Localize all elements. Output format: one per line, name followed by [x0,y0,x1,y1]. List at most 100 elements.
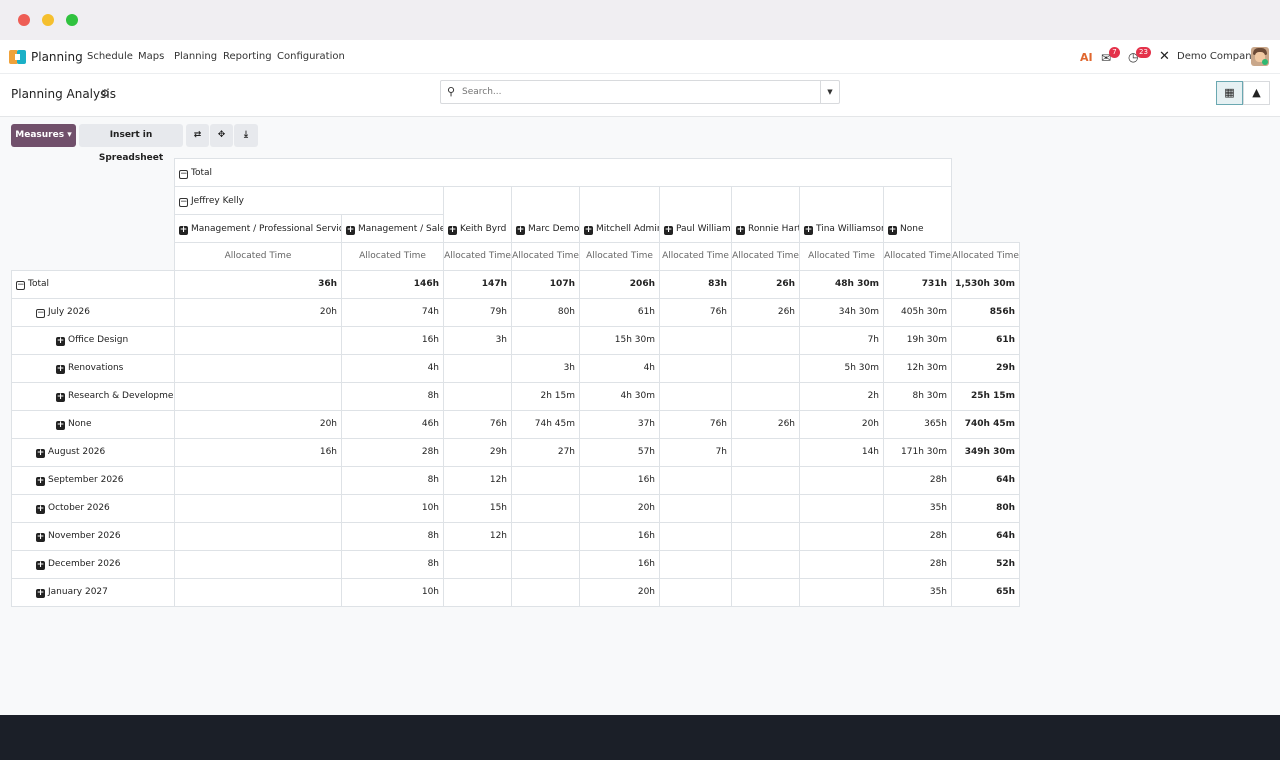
col-header-7[interactable]: + Tina Williamson [799,186,884,243]
table-cell[interactable]: 405h 30m [883,298,952,327]
col-header-2[interactable]: + Keith Byrd [443,186,512,243]
search-options-toggle[interactable]: ▼ [820,81,839,103]
table-cell[interactable] [731,354,800,383]
table-cell[interactable]: 80h [951,494,1020,523]
row-header[interactable]: + October 2026 [11,494,175,523]
table-cell[interactable]: 171h 30m [883,438,952,467]
table-cell[interactable] [731,522,800,551]
table-cell[interactable] [659,382,732,411]
col-header-4[interactable]: + Mitchell Admin [579,186,660,243]
table-cell[interactable]: 16h [579,550,660,579]
table-cell[interactable]: 35h [883,494,952,523]
table-cell[interactable] [799,578,884,607]
row-header[interactable]: + None [11,410,175,439]
table-cell[interactable]: 28h [883,466,952,495]
gear-icon[interactable]: ⚙ [100,87,110,100]
table-cell[interactable]: 10h [341,578,444,607]
table-cell[interactable] [799,494,884,523]
table-cell[interactable] [174,382,342,411]
measure-header[interactable]: Allocated Time [883,242,952,271]
app-name[interactable]: Planning [31,50,83,64]
measure-header[interactable]: Allocated Time [951,242,1020,271]
row-header[interactable]: + December 2026 [11,550,175,579]
col-header-8[interactable]: + None [883,186,952,243]
expand-all-icon[interactable]: ✥ [210,124,233,147]
table-cell[interactable]: 12h [443,522,512,551]
col-header-0[interactable]: + Management / Professional Services [174,214,342,243]
menu-schedule[interactable]: Schedule [87,51,133,62]
table-cell[interactable] [659,522,732,551]
table-cell[interactable]: 4h [341,354,444,383]
table-cell[interactable] [174,550,342,579]
table-cell[interactable] [799,550,884,579]
graph-view-button[interactable]: ▲ [1243,81,1270,105]
table-cell[interactable]: 37h [579,410,660,439]
table-cell[interactable]: 79h [443,298,512,327]
measure-header[interactable]: Allocated Time [443,242,512,271]
table-cell[interactable]: 4h [579,354,660,383]
table-cell[interactable]: 28h [883,550,952,579]
table-cell[interactable]: 74h [341,298,444,327]
table-cell[interactable]: 26h [731,270,800,299]
close-window-button[interactable] [18,14,30,26]
table-cell[interactable] [511,466,580,495]
table-cell[interactable] [731,494,800,523]
table-cell[interactable] [443,550,512,579]
pivot-view-button[interactable]: ▦ [1216,81,1243,105]
table-cell[interactable]: 107h [511,270,580,299]
table-cell[interactable]: 2h [799,382,884,411]
table-cell[interactable]: 147h [443,270,512,299]
table-cell[interactable]: 16h [174,438,342,467]
menu-reporting[interactable]: Reporting [223,51,272,62]
table-cell[interactable]: 65h [951,578,1020,607]
table-cell[interactable]: 28h [341,438,444,467]
table-cell[interactable]: 8h 30m [883,382,952,411]
table-cell[interactable]: 16h [341,326,444,355]
table-cell[interactable]: 35h [883,578,952,607]
table-cell[interactable] [731,466,800,495]
table-cell[interactable] [443,578,512,607]
minimize-window-button[interactable] [42,14,54,26]
table-cell[interactable]: 10h [341,494,444,523]
table-cell[interactable]: 20h [579,578,660,607]
table-cell[interactable]: 48h 30m [799,270,884,299]
table-cell[interactable]: 16h [579,466,660,495]
table-cell[interactable] [174,354,342,383]
table-cell[interactable]: 20h [174,298,342,327]
row-header[interactable]: − July 2026 [11,298,175,327]
table-cell[interactable]: 7h [659,438,732,467]
row-header[interactable]: − Total [11,270,175,299]
table-cell[interactable]: 16h [579,522,660,551]
table-cell[interactable]: 27h [511,438,580,467]
ai-icon[interactable]: AI [1080,51,1093,64]
measure-header[interactable]: Allocated Time [799,242,884,271]
table-cell[interactable] [174,578,342,607]
row-header[interactable]: + Research & Development [11,382,175,411]
table-cell[interactable]: 34h 30m [799,298,884,327]
table-cell[interactable]: 74h 45m [511,410,580,439]
table-cell[interactable]: 76h [443,410,512,439]
table-cell[interactable]: 731h [883,270,952,299]
table-cell[interactable] [659,354,732,383]
col-header-jeffrey-kelly[interactable]: − Jeffrey Kelly [174,186,444,215]
user-avatar[interactable] [1251,47,1269,66]
table-cell[interactable]: 8h [341,382,444,411]
table-cell[interactable] [659,494,732,523]
table-cell[interactable]: 146h [341,270,444,299]
table-cell[interactable] [443,354,512,383]
table-cell[interactable] [731,550,800,579]
row-header[interactable]: + Office Design [11,326,175,355]
table-cell[interactable]: 20h [799,410,884,439]
table-cell[interactable] [731,382,800,411]
table-cell[interactable] [174,522,342,551]
table-cell[interactable]: 12h [443,466,512,495]
table-cell[interactable] [511,326,580,355]
table-cell[interactable]: 26h [731,410,800,439]
table-cell[interactable]: 4h 30m [579,382,660,411]
table-cell[interactable]: 349h 30m [951,438,1020,467]
measure-header[interactable]: Allocated Time [174,242,342,271]
menu-planning[interactable]: Planning [174,51,217,62]
table-cell[interactable]: 61h [579,298,660,327]
table-cell[interactable]: 46h [341,410,444,439]
col-header-total[interactable]: − Total [174,158,952,187]
